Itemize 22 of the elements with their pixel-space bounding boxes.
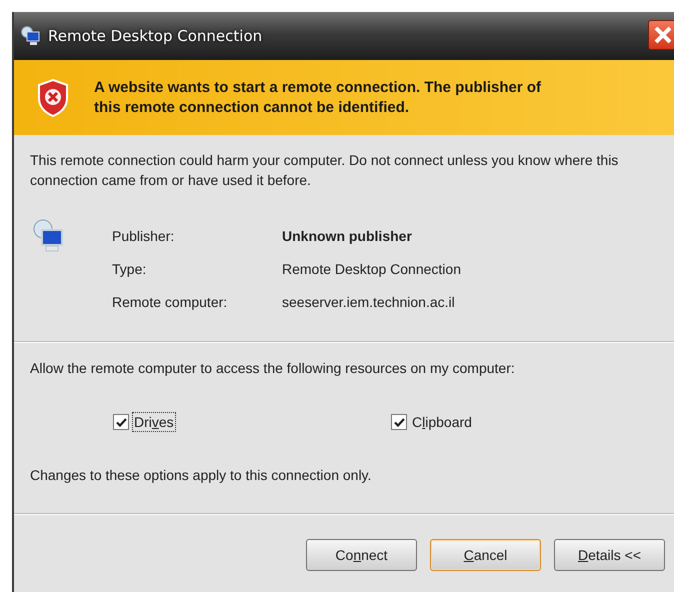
shield-error-icon: [36, 78, 70, 118]
window-title: Remote Desktop Connection: [48, 27, 262, 45]
connect-button[interactable]: Connect: [306, 539, 417, 571]
field-value: seeserver.iem.technion.ac.il: [282, 293, 456, 312]
close-button[interactable]: [648, 20, 674, 50]
warning-message: A website wants to start a remote connection. The publisher of this remote connection cannot be identified.: [94, 78, 542, 118]
field-value: Unknown publisher: [282, 227, 413, 246]
checkbox[interactable]: [113, 414, 129, 430]
note-text: Changes to these options apply to this connection only.: [30, 466, 372, 485]
field-value: Remote Desktop Connection: [282, 260, 461, 279]
intro-text: This remote connection could harm your computer. Do not connect unless you know where this connection came from or have used it before.: [30, 151, 620, 190]
checkbox-label[interactable]: Drives: [132, 412, 176, 432]
checkbox-label[interactable]: Clipboard: [410, 412, 474, 432]
close-icon: [653, 25, 671, 45]
computer-icon: [20, 25, 42, 47]
resources-prompt: Allow the remote computer to access the following resources on my computer:: [30, 359, 516, 378]
field-label: Type:: [112, 260, 148, 279]
field-label: Remote computer:: [112, 293, 228, 312]
field-label: Publisher:: [112, 227, 176, 246]
details-button[interactable]: Details <<: [554, 539, 665, 571]
cancel-button[interactable]: Cancel: [430, 539, 541, 571]
checkbox[interactable]: [391, 414, 407, 430]
